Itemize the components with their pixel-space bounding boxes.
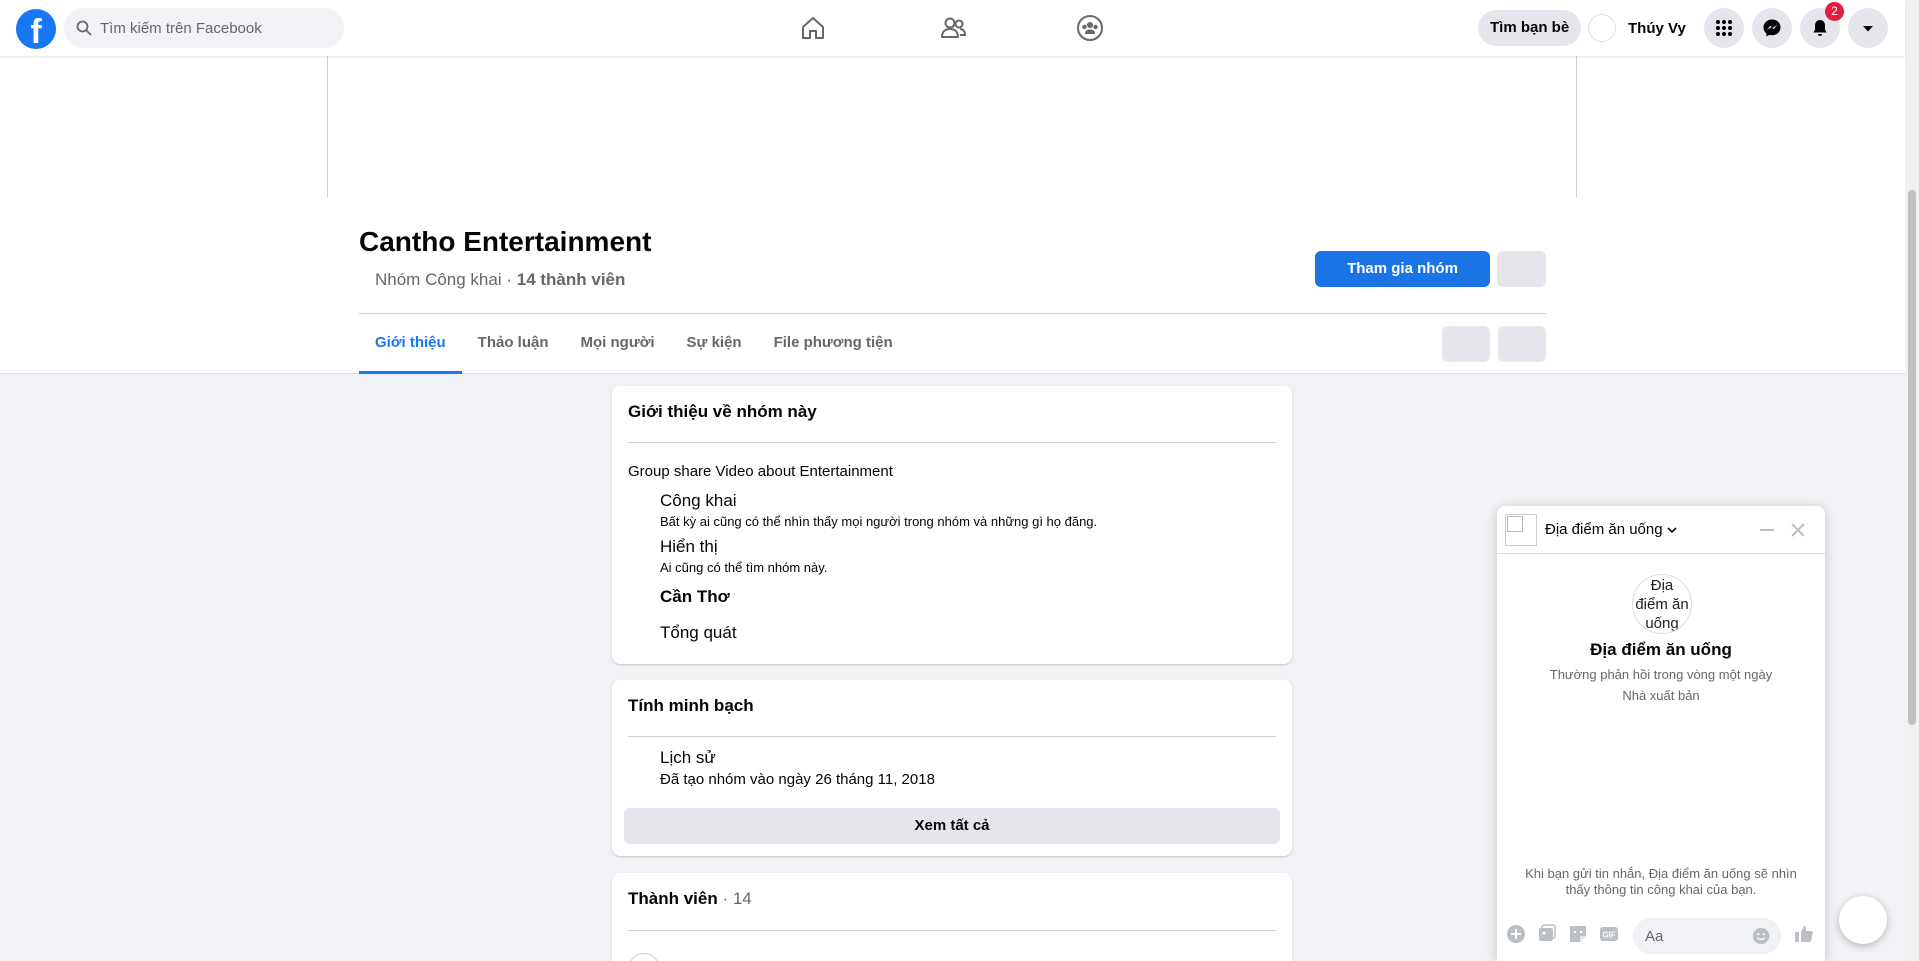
tab-search-button[interactable] bbox=[1442, 326, 1490, 362]
chat-window: Địa điểm ăn uống Địa điểm ăn uống Địa đi… bbox=[1497, 506, 1825, 961]
group-more-button[interactable] bbox=[1497, 251, 1546, 287]
messenger-icon bbox=[1763, 19, 1781, 37]
profile-name: Thúy Vy bbox=[1628, 19, 1686, 37]
member-count[interactable]: 14 thành viên bbox=[517, 270, 626, 289]
tab-about[interactable]: Giới thiệu bbox=[359, 314, 462, 374]
group-description: Group share Video about Entertainment bbox=[628, 463, 893, 480]
menu-button[interactable] bbox=[1704, 8, 1744, 48]
account-button[interactable] bbox=[1848, 8, 1888, 48]
chevron-down-icon bbox=[1667, 527, 1677, 534]
group-title[interactable]: Cantho Entertainment bbox=[359, 226, 651, 258]
chat-contact-name[interactable]: Địa điểm ăn uống bbox=[1545, 521, 1677, 538]
tab-more-button[interactable] bbox=[1498, 326, 1546, 362]
tab-people[interactable]: Mọi người bbox=[565, 314, 671, 374]
bell-icon bbox=[1813, 20, 1827, 36]
privacy-notice: Khi bạn gửi tin nhắn, Địa điểm ăn uống s… bbox=[1525, 866, 1797, 897]
scrollbar-thumb[interactable] bbox=[1908, 190, 1916, 725]
see-all-button[interactable]: Xem tất cả bbox=[624, 808, 1280, 844]
visible-title: Hiển thị bbox=[660, 537, 718, 556]
tab-events[interactable]: Sự kiện bbox=[671, 314, 758, 374]
minimize-button[interactable] bbox=[1755, 518, 1779, 542]
scrollbar[interactable] bbox=[1905, 0, 1919, 961]
chat-avatar[interactable] bbox=[1505, 514, 1537, 546]
group-header: Cantho Entertainment Nhóm Công khai · 14… bbox=[0, 56, 1905, 374]
home-icon[interactable] bbox=[797, 12, 829, 44]
chat-page-title: Địa điểm ăn uống bbox=[1590, 640, 1732, 659]
grid-menu-icon bbox=[1716, 20, 1732, 36]
svg-text:GIF: GIF bbox=[1602, 931, 1615, 940]
category: Tổng quát bbox=[660, 623, 737, 642]
members-heading: Thành viên · 14 bbox=[628, 889, 752, 909]
search-icon bbox=[76, 20, 92, 36]
about-card: Giới thiệu về nhóm này Group share Video… bbox=[612, 386, 1292, 664]
sticker-icon[interactable] bbox=[1567, 923, 1589, 945]
search-input[interactable] bbox=[100, 19, 320, 37]
tab-media[interactable]: File phương tiện bbox=[758, 314, 909, 374]
members-title: Thành viên bbox=[628, 889, 718, 908]
cover-photo bbox=[327, 56, 1577, 197]
notification-badge: 2 bbox=[1825, 2, 1844, 21]
message-input[interactable] bbox=[1633, 918, 1743, 954]
response-time: Thường phản hồi trong vòng một ngày bbox=[1549, 667, 1773, 682]
divider bbox=[628, 442, 1276, 443]
group-meta: Nhóm Công khai · 14 thành viên bbox=[375, 270, 625, 290]
history-description: Đã tạo nhóm vào ngày 26 tháng 11, 2018 bbox=[660, 771, 935, 788]
member-avatar[interactable] bbox=[628, 953, 660, 961]
profile-shortcut[interactable]: Thúy Vy bbox=[1588, 10, 1686, 46]
photo-icon[interactable] bbox=[1536, 923, 1558, 945]
page-category: Nhà xuất bản bbox=[1622, 688, 1700, 703]
join-group-button[interactable]: Tham gia nhóm bbox=[1315, 251, 1490, 287]
group-privacy[interactable]: Nhóm Công khai bbox=[375, 270, 502, 289]
public-title: Công khai bbox=[660, 491, 737, 510]
minimize-icon bbox=[1760, 529, 1774, 531]
groups-icon[interactable] bbox=[1074, 12, 1106, 44]
new-message-button[interactable] bbox=[1839, 896, 1887, 944]
close-icon bbox=[1791, 523, 1805, 537]
like-icon[interactable] bbox=[1793, 923, 1815, 945]
top-navigation-bar: f Tìm bạn bè Thúy Vy bbox=[0, 0, 1905, 56]
divider bbox=[628, 736, 1276, 737]
friends-icon[interactable] bbox=[937, 12, 969, 44]
close-button[interactable] bbox=[1786, 518, 1810, 542]
meta-separator: · bbox=[501, 270, 517, 289]
divider bbox=[628, 930, 1276, 931]
emoji-icon[interactable] bbox=[1751, 926, 1771, 946]
history-title: Lịch sử bbox=[660, 748, 716, 767]
location[interactable]: Cần Thơ bbox=[660, 587, 730, 607]
group-tabs: Giới thiệu Thảo luận Mọi người Sự kiện F… bbox=[359, 314, 909, 374]
avatar bbox=[1588, 14, 1616, 42]
messenger-button[interactable] bbox=[1752, 8, 1792, 48]
members-card: Thành viên · 14 bbox=[612, 873, 1292, 961]
chat-page-avatar[interactable]: Địa điểm ăn uống bbox=[1632, 574, 1692, 634]
visible-description: Ai cũng có thể tìm nhóm này. bbox=[660, 560, 828, 575]
gif-icon[interactable]: GIF bbox=[1598, 923, 1620, 945]
chat-composer: GIF bbox=[1497, 911, 1825, 961]
caret-down-icon bbox=[1863, 26, 1873, 32]
message-input-box[interactable] bbox=[1633, 918, 1781, 954]
tab-discussion[interactable]: Thảo luận bbox=[462, 314, 565, 374]
find-friends-button[interactable]: Tìm bạn bè bbox=[1478, 10, 1582, 46]
members-count: · 14 bbox=[717, 889, 752, 908]
chat-header[interactable]: Địa điểm ăn uống bbox=[1497, 506, 1825, 554]
facebook-logo[interactable]: f bbox=[16, 9, 56, 49]
public-description: Bất kỳ ai cũng có thể nhìn thấy mọi ngườ… bbox=[660, 514, 1098, 529]
search-box[interactable] bbox=[64, 8, 344, 48]
about-heading: Giới thiệu về nhóm này bbox=[628, 402, 817, 421]
add-icon[interactable] bbox=[1505, 923, 1527, 945]
transparency-heading: Tính minh bạch bbox=[628, 696, 754, 715]
transparency-card: Tính minh bạch Lịch sử Đã tạo nhóm vào n… bbox=[612, 680, 1292, 856]
